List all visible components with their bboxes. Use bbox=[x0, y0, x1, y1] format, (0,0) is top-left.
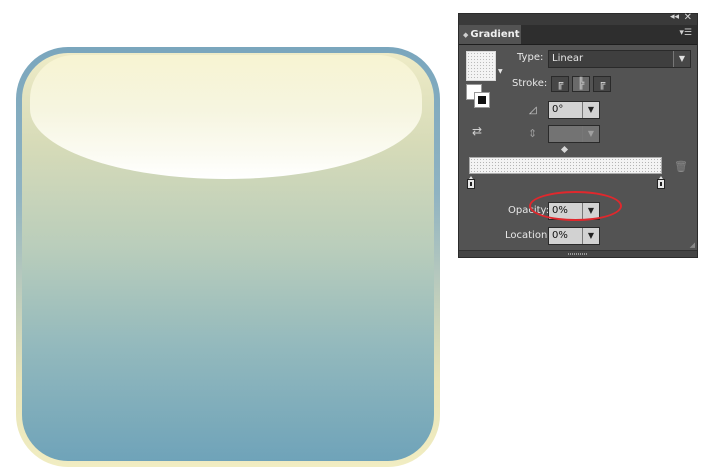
stroke-label: Stroke: bbox=[512, 78, 548, 89]
location-value: 0% bbox=[552, 230, 568, 241]
close-icon[interactable]: ✕ bbox=[684, 12, 692, 23]
gradient-slider[interactable] bbox=[469, 157, 662, 174]
swatch-dropdown-icon[interactable]: ▼ bbox=[498, 68, 503, 75]
gradient-midpoint-diamond[interactable] bbox=[560, 145, 569, 154]
fill-stroke-toggle[interactable] bbox=[466, 84, 492, 110]
panel-title-bar[interactable]: ◂◂ ✕ bbox=[459, 12, 697, 25]
panel-tab-bar: ◆ Gradient ▾☰ bbox=[459, 25, 697, 45]
trash-icon[interactable]: 🗑 bbox=[674, 160, 688, 173]
grip-icon[interactable] bbox=[568, 253, 588, 255]
panel-bottom-bar bbox=[459, 250, 697, 257]
gradient-panel: ◂◂ ✕ ◆ Gradient ▾☰ ▼ ⇄ Type: Linear ▼ Str… bbox=[458, 12, 698, 258]
type-select-value: Linear bbox=[552, 53, 584, 64]
gradient-swatch[interactable] bbox=[466, 51, 496, 81]
chevron-down-icon[interactable]: ▼ bbox=[582, 102, 599, 118]
tab-arrows-icon: ◆ bbox=[463, 31, 469, 39]
double-chevron-left-icon[interactable]: ◂◂ bbox=[670, 12, 679, 22]
stroke-across-button[interactable]: ╔ bbox=[593, 76, 611, 92]
aspect-ratio-field: ▼ bbox=[548, 125, 600, 143]
stroke-within-button[interactable]: ╔ bbox=[551, 76, 569, 92]
type-label: Type: bbox=[517, 52, 544, 63]
opacity-highlight-annotation bbox=[529, 191, 622, 221]
resize-grip-icon[interactable]: ◢ bbox=[690, 241, 695, 249]
chevron-down-icon: ▼ bbox=[582, 126, 599, 142]
stroke-along-button[interactable]: ╠ bbox=[572, 76, 590, 92]
stroke-box[interactable] bbox=[474, 92, 490, 108]
reverse-gradient-icon[interactable]: ⇄ bbox=[472, 124, 482, 138]
chevron-down-icon[interactable]: ▼ bbox=[673, 51, 690, 67]
app-icon-artwork[interactable] bbox=[16, 47, 440, 467]
location-label: Location: bbox=[505, 230, 551, 241]
chevron-down-icon[interactable]: ▼ bbox=[582, 228, 599, 244]
aspect-ratio-icon: ⇕ bbox=[528, 127, 538, 140]
tab-gradient-label: Gradient bbox=[470, 29, 520, 40]
gradient-stop-right[interactable] bbox=[657, 176, 665, 189]
tab-gradient[interactable]: ◆ Gradient bbox=[459, 25, 521, 44]
panel-menu-icon[interactable]: ▾☰ bbox=[679, 28, 692, 38]
stop-body bbox=[657, 179, 665, 189]
stop-body bbox=[467, 179, 475, 189]
type-select[interactable]: Linear ▼ bbox=[548, 50, 691, 68]
angle-value: 0° bbox=[552, 104, 564, 115]
angle-icon: ◿ bbox=[529, 105, 537, 116]
angle-field[interactable]: 0° ▼ bbox=[548, 101, 600, 119]
art-gloss-highlight bbox=[30, 55, 422, 179]
gradient-stop-left[interactable] bbox=[467, 176, 475, 189]
location-field[interactable]: 0% ▼ bbox=[548, 227, 600, 245]
art-inner-fill bbox=[22, 53, 434, 461]
